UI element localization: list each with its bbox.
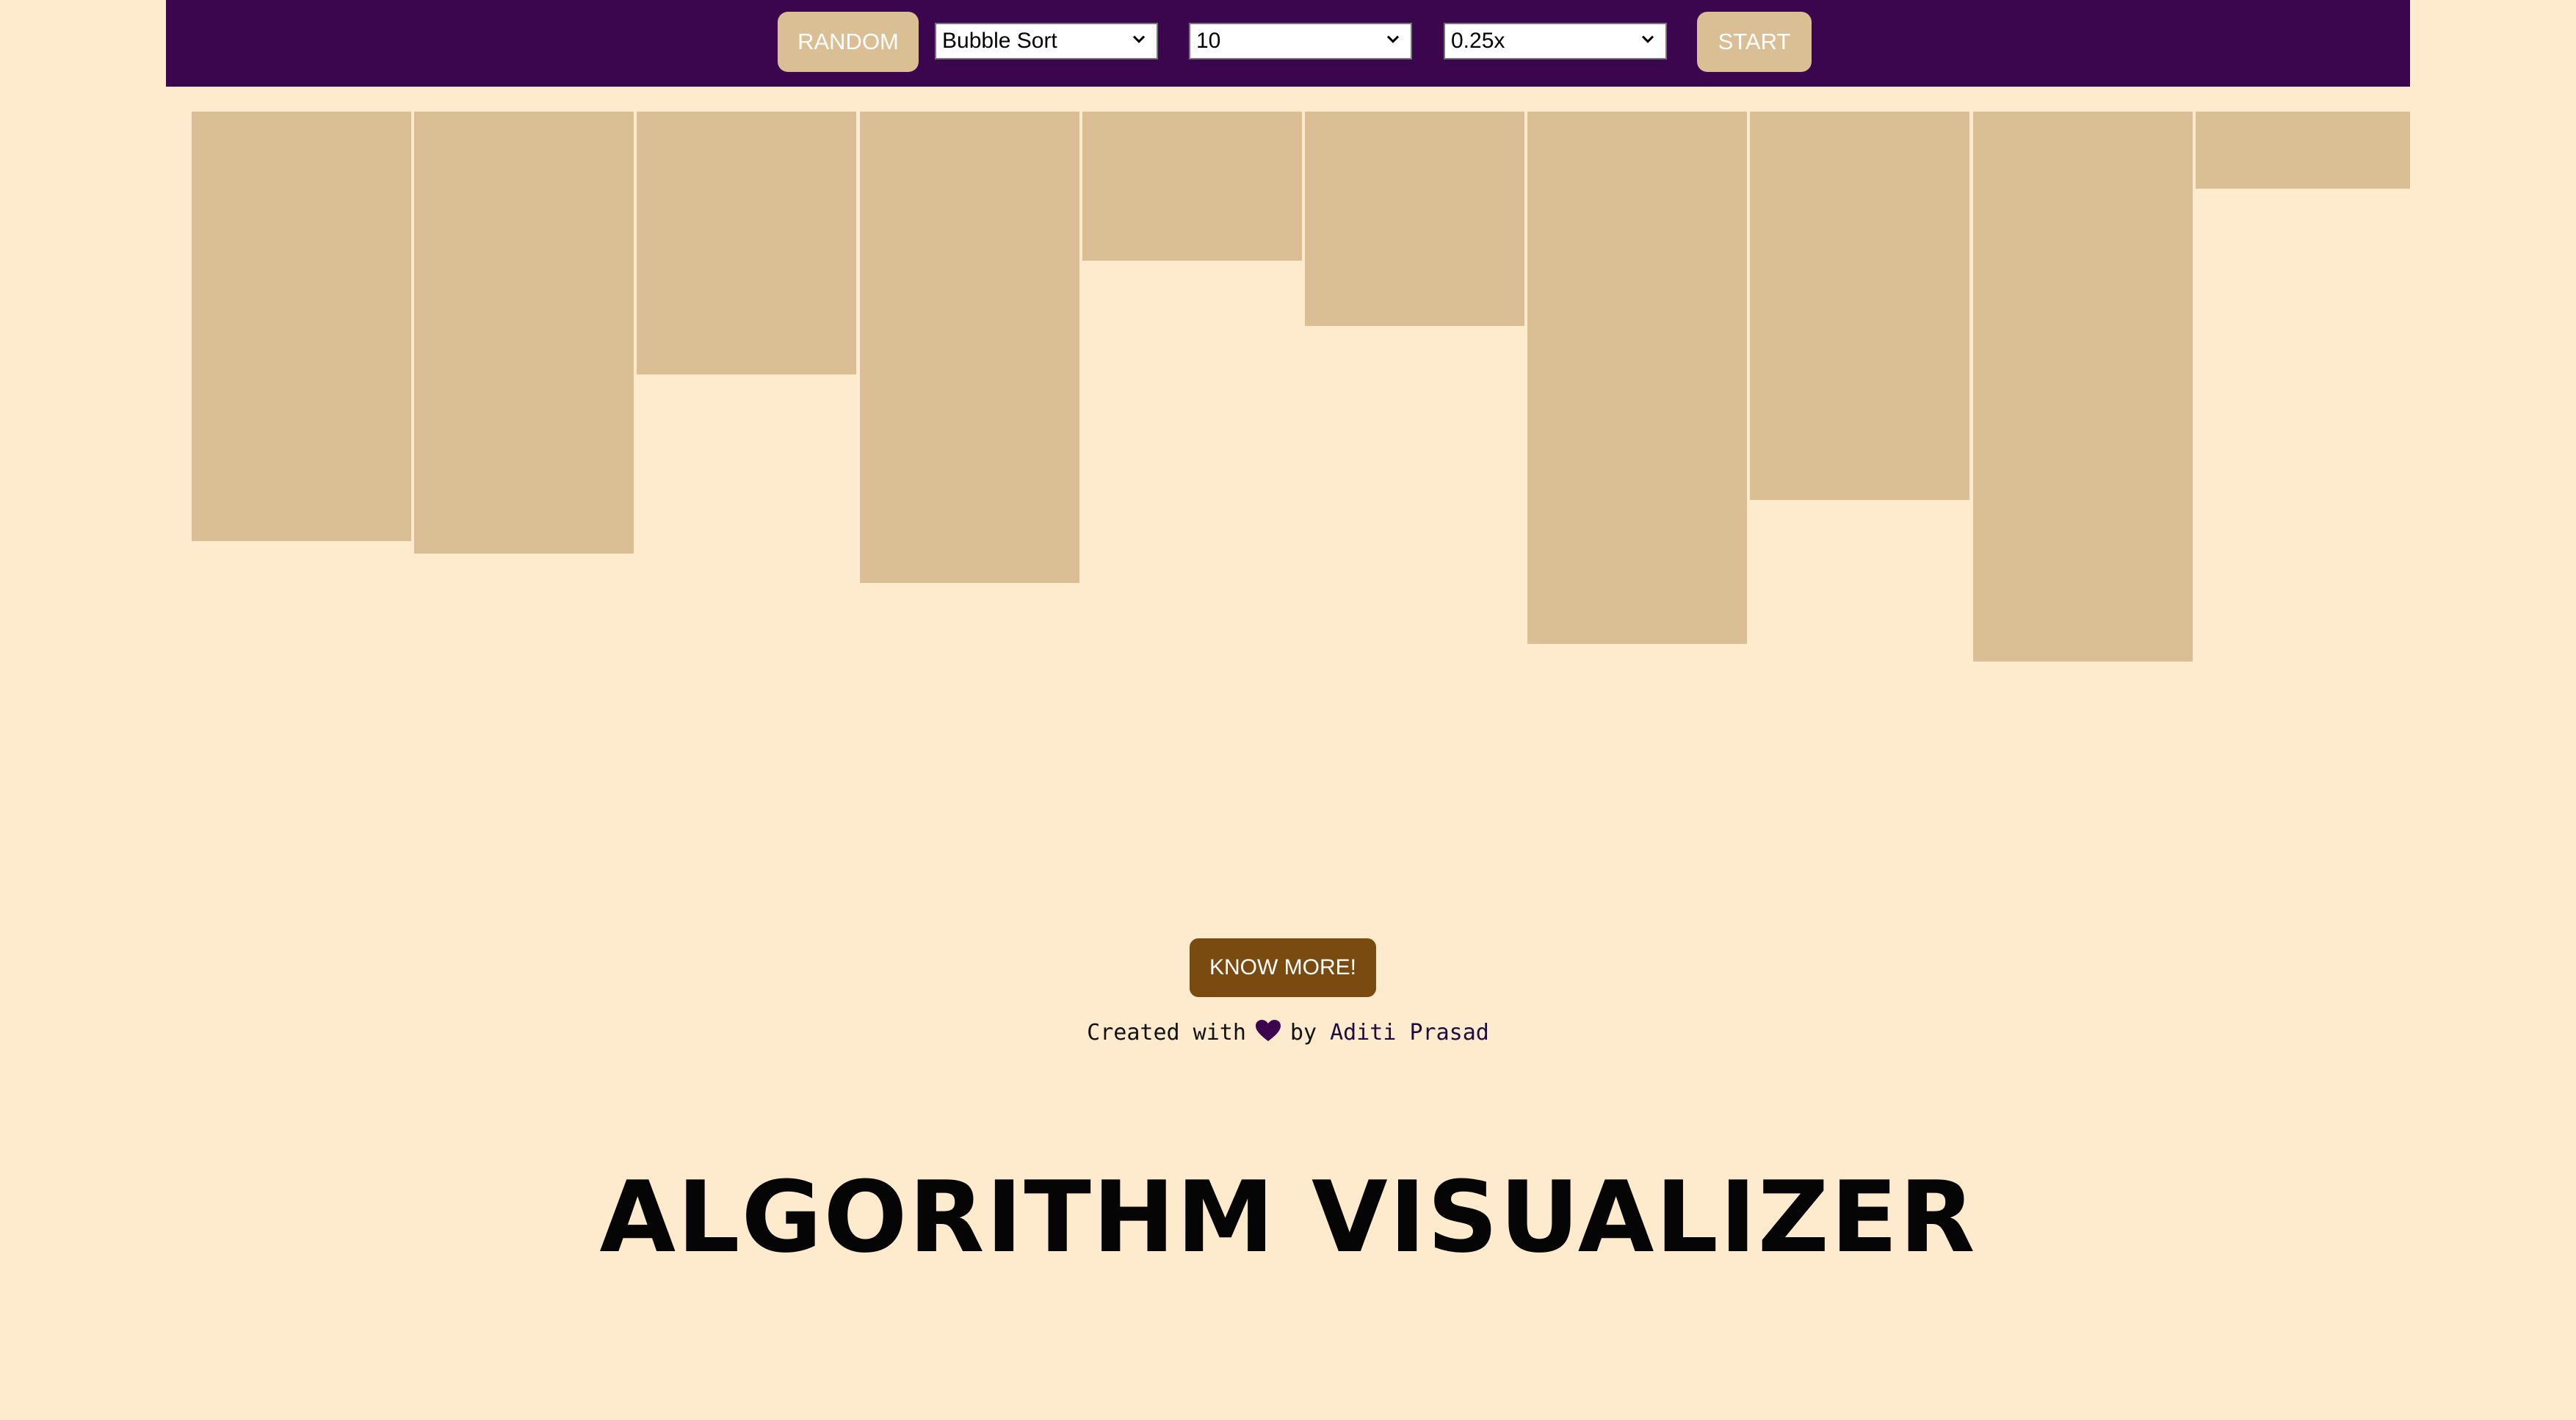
array-bar bbox=[2196, 112, 2410, 189]
heart-icon bbox=[1255, 1020, 1281, 1041]
array-bar bbox=[1973, 112, 2193, 662]
array-bar bbox=[1527, 112, 1747, 644]
author-name: Aditi Prasad bbox=[1330, 1020, 1489, 1046]
speed-select-value: 0.25x bbox=[1451, 29, 1505, 53]
array-bar bbox=[1082, 112, 1302, 261]
algorithm-select[interactable]: Bubble Sort bbox=[935, 23, 1158, 59]
credit-by-text: by bbox=[1289, 1020, 1317, 1046]
credit-line: Created with by Aditi Prasad bbox=[0, 1019, 2576, 1046]
credit-created-text: Created with bbox=[1087, 1020, 1246, 1046]
page-title: ALGORITHM VISUALIZER bbox=[599, 1160, 1977, 1275]
start-button[interactable]: START bbox=[1697, 12, 1812, 72]
algorithm-select-value: Bubble Sort bbox=[942, 29, 1057, 53]
chevron-down-icon bbox=[1132, 35, 1146, 43]
array-bar bbox=[1305, 112, 1524, 326]
random-button[interactable]: RANDOM bbox=[778, 12, 919, 72]
chevron-down-icon bbox=[1641, 35, 1654, 43]
array-bar bbox=[1750, 112, 1969, 500]
speed-select[interactable]: 0.25x bbox=[1444, 23, 1667, 59]
array-size-select-value: 10 bbox=[1196, 29, 1221, 53]
array-bar bbox=[637, 112, 856, 374]
array-size-select[interactable]: 10 bbox=[1189, 23, 1412, 59]
chevron-down-icon bbox=[1386, 35, 1400, 43]
array-bar bbox=[860, 112, 1079, 583]
array-bar bbox=[414, 112, 634, 554]
array-bar bbox=[192, 112, 411, 541]
know-more-button[interactable]: KNOW MORE! bbox=[1190, 938, 1376, 997]
